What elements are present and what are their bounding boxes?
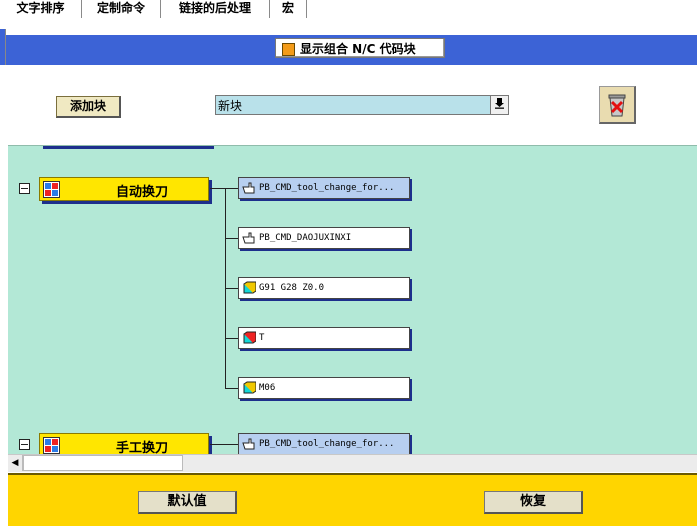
hand-pointer-icon: [242, 437, 256, 450]
group-auto-tool-change[interactable]: 自动换刀: [39, 177, 209, 201]
scroll-left-arrow-icon[interactable]: ◀: [8, 455, 23, 471]
show-nc-blocks-label: 显示组合 N/C 代码块: [300, 42, 416, 56]
collapse-toggle-icon[interactable]: [19, 183, 30, 194]
tab-linked-post[interactable]: 链接的后处理: [161, 0, 270, 18]
show-nc-blocks-toggle[interactable]: 显示组合 N/C 代码块: [275, 38, 445, 58]
group-label: 自动换刀: [115, 185, 168, 200]
command-block[interactable]: T: [238, 327, 410, 349]
tab-custom-commands[interactable]: 定制命令: [82, 0, 161, 18]
tree-connector: [225, 288, 238, 289]
command-text: PB_CMD_tool_change_for...: [259, 183, 395, 193]
command-block[interactable]: G91 G28 Z0.0: [238, 277, 410, 299]
cube-icon: [242, 281, 257, 294]
tab-bar: 文字排序 定制命令 链接的后处理 宏: [0, 0, 697, 20]
tree-connector: [225, 238, 238, 239]
trash-bin-icon[interactable]: [599, 86, 636, 124]
command-text: G91 G28 Z0.0: [259, 283, 325, 293]
command-block[interactable]: PB_CMD_tool_change_for...: [238, 433, 410, 455]
command-text: T: [259, 333, 265, 343]
command-text: PB_CMD_DAOJUXINXI: [259, 233, 352, 243]
collapse-toggle-icon[interactable]: [19, 439, 30, 450]
command-block[interactable]: M06: [238, 377, 410, 399]
horizontal-scrollbar[interactable]: ◀: [8, 454, 697, 472]
cube-icon: [242, 331, 257, 344]
block-select[interactable]: 新块: [215, 95, 509, 115]
hand-pointer-icon: [242, 181, 256, 194]
tab-macro[interactable]: 宏: [270, 0, 307, 18]
group-shadow-edge: [43, 146, 214, 149]
tab-text-sort[interactable]: 文字排序: [0, 0, 82, 18]
group-label: 手工换刀: [115, 441, 168, 455]
command-block[interactable]: PB_CMD_tool_change_for...: [238, 177, 410, 199]
puzzle-icon: [43, 437, 60, 454]
block-tree-canvas[interactable]: 自动换刀 PB_CMD_tool_change_for... PB_CMD_DA…: [8, 145, 697, 455]
dropdown-arrow-icon[interactable]: [490, 96, 508, 114]
tree-connector: [225, 388, 238, 389]
bottom-panel: 默认值 恢复: [8, 473, 697, 526]
add-block-button[interactable]: 添加块: [56, 96, 121, 118]
splitter-handle[interactable]: [0, 29, 6, 65]
scrollbar-thumb[interactable]: [23, 455, 183, 471]
tree-connector: [225, 338, 238, 339]
cube-icon: [242, 381, 257, 394]
tree-connector: [210, 444, 238, 445]
hand-pointer-icon: [242, 231, 256, 244]
command-block[interactable]: PB_CMD_DAOJUXINXI: [238, 227, 410, 249]
command-text: M06: [259, 383, 276, 393]
default-button[interactable]: 默认值: [138, 491, 237, 514]
block-select-value: 新块: [218, 99, 243, 113]
command-text: PB_CMD_tool_change_for...: [259, 439, 395, 449]
restore-button[interactable]: 恢复: [484, 491, 583, 514]
group-manual-tool-change[interactable]: 手工换刀: [39, 433, 209, 455]
checkbox-icon: [282, 43, 295, 56]
puzzle-icon: [43, 181, 60, 198]
tree-connector: [210, 188, 238, 189]
